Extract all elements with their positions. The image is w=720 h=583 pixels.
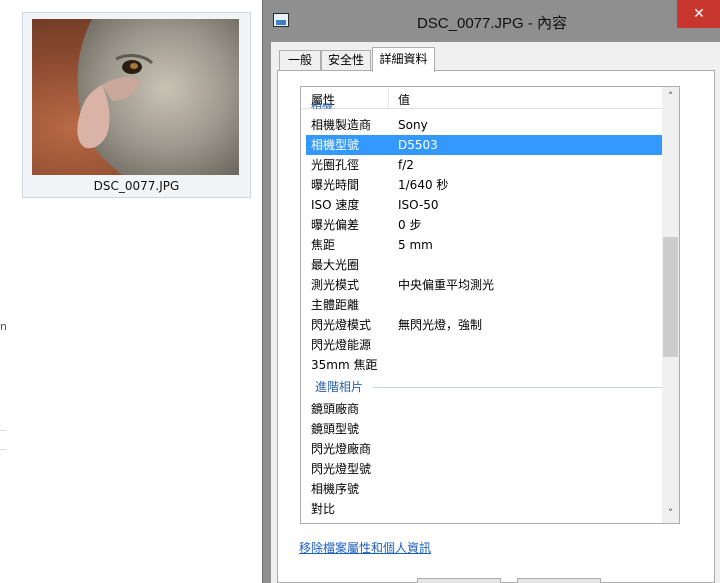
- property-name: 閃光燈模式: [311, 318, 372, 332]
- property-name: 閃光燈型號: [311, 462, 372, 476]
- scroll-down-arrow-icon[interactable]: ˅: [662, 505, 679, 522]
- list-item[interactable]: 閃光燈能源: [301, 335, 661, 355]
- group-header-advanced-photo: 進階相片: [315, 377, 663, 397]
- close-button[interactable]: ✕: [677, 0, 720, 28]
- property-name: 光圈孔徑: [311, 158, 360, 172]
- property-name: 相機型號: [311, 138, 360, 152]
- title-bar[interactable]: DSC_0077.JPG - 內容 ✕: [263, 0, 720, 42]
- details-list[interactable]: 屬性 值 相機 相機製造商 Sony 相機型號 D5503 光圈孔徑 f/2: [300, 86, 680, 524]
- details-panel: 屬性 值 相機 相機製造商 Sony 相機型號 D5503 光圈孔徑 f/2: [277, 70, 715, 583]
- file-thumbnail-tile[interactable]: DSC_0077.JPG: [22, 12, 251, 198]
- property-value: ISO-50: [398, 198, 439, 212]
- monkey-photo-thumbnail: [32, 19, 239, 175]
- property-name: 測光模式: [311, 278, 360, 292]
- scroll-up-arrow-icon[interactable]: ˄: [662, 88, 679, 105]
- list-item[interactable]: 曝光時間 1/640 秒: [301, 175, 661, 195]
- property-name: 鏡頭型號: [311, 422, 360, 436]
- property-name: 主體距離: [311, 298, 360, 312]
- property-value: 0 步: [398, 218, 422, 232]
- property-value: 無閃光燈，強制: [398, 318, 483, 332]
- property-name: 曝光偏差: [311, 218, 360, 232]
- list-item[interactable]: 主體距離: [301, 295, 661, 315]
- list-item[interactable]: 鏡頭型號: [301, 419, 661, 439]
- dialog-client-area: 一般 安全性 詳細資料 屬性 值 相機 相機製造商 Sony 相機型號 D550…: [271, 42, 720, 583]
- group-label: 進階相片: [315, 380, 364, 394]
- tab-security[interactable]: 安全性: [321, 50, 371, 71]
- property-value: D5503: [398, 138, 438, 152]
- tab-general[interactable]: 一般: [279, 50, 321, 71]
- column-separator[interactable]: [388, 87, 389, 109]
- edge-text: n: [0, 320, 7, 333]
- property-name: 閃光燈能源: [311, 338, 372, 352]
- cancel-button-edge[interactable]: [517, 578, 601, 583]
- tab-details[interactable]: 詳細資料: [372, 47, 435, 72]
- property-value: 5 mm: [398, 238, 433, 252]
- list-item[interactable]: 最大光圈: [301, 255, 661, 275]
- property-name: 相機序號: [311, 482, 360, 496]
- file-name-label: DSC_0077.JPG: [93, 179, 180, 193]
- explorer-pane: DSC_0077.JPG n: [0, 0, 262, 583]
- list-item[interactable]: 焦距 5 mm: [301, 235, 661, 255]
- list-item[interactable]: 閃光燈廠商: [301, 439, 661, 459]
- property-name: 對比: [311, 502, 336, 516]
- list-item[interactable]: 曝光偏差 0 步: [301, 215, 661, 235]
- list-item[interactable]: 測光模式 中央偏重平均測光: [301, 275, 661, 295]
- property-value: Sony: [398, 118, 428, 132]
- edge-divider: [0, 430, 6, 450]
- property-name: 最大光圈: [311, 258, 360, 272]
- property-name: 曝光時間: [311, 178, 360, 192]
- property-value: f/2: [398, 158, 414, 172]
- list-item-selected[interactable]: 相機型號 D5503: [306, 135, 663, 155]
- group-divider: [373, 387, 663, 388]
- property-name: 相機製造商: [311, 118, 372, 132]
- property-name: ISO 速度: [311, 198, 360, 212]
- list-item[interactable]: 相機序號: [301, 479, 661, 499]
- vertical-scrollbar[interactable]: ˄ ˅: [662, 87, 679, 523]
- property-value: 中央偏重平均測光: [398, 278, 495, 292]
- list-item[interactable]: 閃光燈型號: [301, 459, 661, 479]
- list-item[interactable]: 35mm 焦距: [301, 355, 661, 375]
- remove-properties-link[interactable]: 移除檔案屬性和個人資訊: [299, 539, 431, 556]
- list-item[interactable]: ISO 速度 ISO-50: [301, 195, 661, 215]
- property-name: 閃光燈廠商: [311, 442, 372, 456]
- partial-group-label: 相機: [311, 103, 333, 109]
- property-name: 鏡頭廠商: [311, 402, 360, 416]
- list-item[interactable]: 鏡頭廠商: [301, 399, 661, 419]
- list-header: 屬性 值: [301, 87, 679, 109]
- properties-dialog: DSC_0077.JPG - 內容 ✕ 一般 安全性 詳細資料 屬性 值 相機 …: [262, 0, 720, 583]
- scrollbar-thumb[interactable]: [663, 237, 678, 357]
- property-name: 35mm 焦距: [311, 358, 378, 372]
- property-name: 焦距: [311, 238, 336, 252]
- list-item[interactable]: 光圈孔徑 f/2: [301, 155, 661, 175]
- property-value: 1/640 秒: [398, 178, 449, 192]
- column-header-value[interactable]: 值: [398, 91, 410, 108]
- list-item[interactable]: 對比: [301, 499, 661, 519]
- ok-button-edge[interactable]: [417, 578, 501, 583]
- list-item[interactable]: 閃光燈模式 無閃光燈，強制: [301, 315, 661, 335]
- window-title: DSC_0077.JPG - 內容: [416, 15, 568, 32]
- list-item[interactable]: 相機製造商 Sony: [301, 115, 661, 135]
